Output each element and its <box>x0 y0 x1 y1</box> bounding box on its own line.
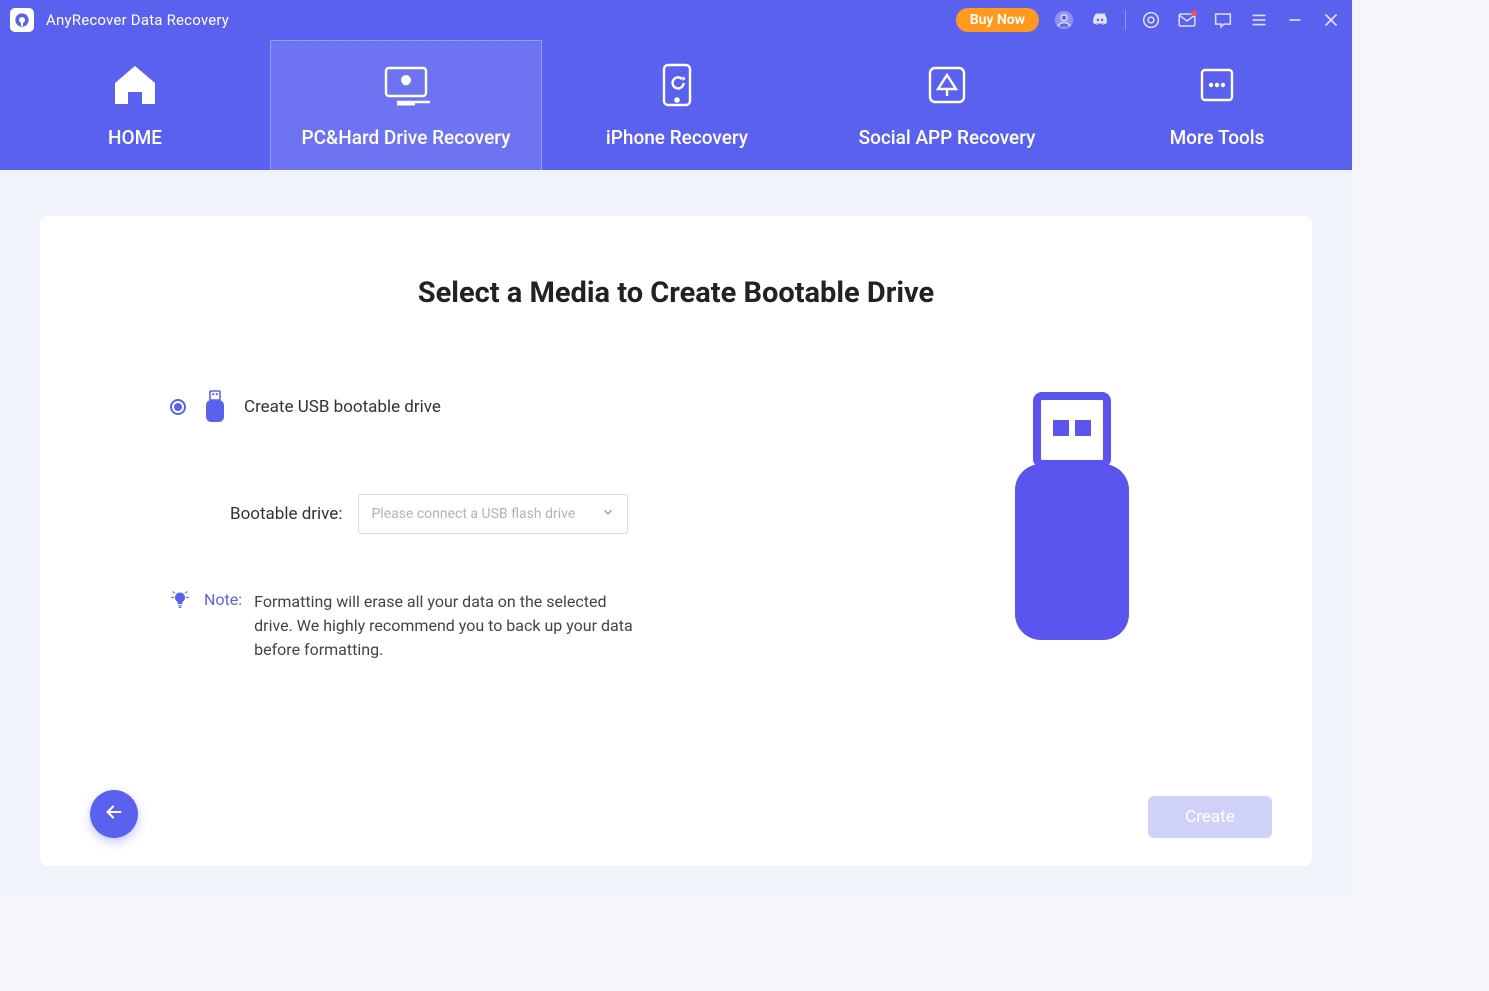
chevron-down-icon <box>601 505 615 523</box>
illustration-column <box>922 390 1222 662</box>
minimize-icon[interactable] <box>1284 9 1306 31</box>
social-app-icon <box>924 62 970 108</box>
feedback-icon[interactable] <box>1212 9 1234 31</box>
titlebar: AnyRecover Data Recovery Buy Now <box>0 0 1352 40</box>
nav-label: iPhone Recovery <box>606 126 748 149</box>
nav-label: More Tools <box>1170 126 1265 149</box>
nav-more-tools[interactable]: More Tools <box>1082 40 1352 170</box>
app-title: AnyRecover Data Recovery <box>46 11 229 29</box>
arrow-left-icon <box>103 801 125 827</box>
menu-icon[interactable] <box>1248 9 1270 31</box>
content-area: Select a Media to Create Bootable Drive <box>0 170 1352 896</box>
panel-title: Select a Media to Create Bootable Drive <box>130 276 1222 310</box>
mail-icon[interactable] <box>1176 9 1198 31</box>
panel-body: Create USB bootable drive Bootable drive… <box>130 390 1222 662</box>
titlebar-actions: Buy Now <box>956 8 1342 32</box>
nav-iphone[interactable]: iPhone Recovery <box>542 40 812 170</box>
usb-small-icon <box>204 390 226 424</box>
more-tools-icon <box>1194 62 1240 108</box>
bootable-drive-panel: Select a Media to Create Bootable Drive <box>40 216 1312 866</box>
usb-bootable-option[interactable]: Create USB bootable drive <box>170 390 842 424</box>
titlebar-separator <box>1125 10 1126 30</box>
lightbulb-icon <box>170 590 192 662</box>
nav-home[interactable]: HOME <box>0 40 270 170</box>
app-logo <box>10 8 34 32</box>
create-button[interactable]: Create <box>1148 796 1272 838</box>
bootable-drive-select[interactable]: Please connect a USB flash drive <box>358 494 628 534</box>
discord-icon[interactable] <box>1089 9 1111 31</box>
create-button-label: Create <box>1185 807 1235 827</box>
options-column: Create USB bootable drive Bootable drive… <box>130 390 842 662</box>
iphone-recovery-icon <box>658 62 696 108</box>
notification-dot <box>1191 10 1197 16</box>
buy-now-button[interactable]: Buy Now <box>956 8 1039 32</box>
nav-social-app[interactable]: Social APP Recovery <box>812 40 1082 170</box>
drive-label: Bootable drive: <box>230 504 342 524</box>
note-text: Formatting will erase all your data on t… <box>254 590 644 662</box>
main-nav: HOME PC&Hard Drive Recovery <box>0 40 1352 170</box>
note-row: Note: Formatting will erase all your dat… <box>170 590 842 662</box>
close-icon[interactable] <box>1320 9 1342 31</box>
nav-pc-hard-drive[interactable]: PC&Hard Drive Recovery <box>270 40 542 170</box>
nav-label: Social APP Recovery <box>859 126 1036 149</box>
target-icon[interactable] <box>1140 9 1162 31</box>
drive-select-row: Bootable drive: Please connect a USB fla… <box>170 494 842 534</box>
home-icon <box>109 62 161 108</box>
app-window: AnyRecover Data Recovery Buy Now <box>0 0 1352 896</box>
radio-selected-icon <box>170 399 186 415</box>
usb-large-icon <box>1007 390 1137 650</box>
select-placeholder: Please connect a USB flash drive <box>371 506 575 522</box>
radio-label: Create USB bootable drive <box>244 397 441 417</box>
account-icon[interactable] <box>1053 9 1075 31</box>
nav-label: HOME <box>108 126 162 149</box>
nav-label: PC&Hard Drive Recovery <box>302 126 511 149</box>
back-button[interactable] <box>90 790 138 838</box>
pc-recovery-icon <box>381 62 431 108</box>
note-label: Note: <box>204 590 242 662</box>
